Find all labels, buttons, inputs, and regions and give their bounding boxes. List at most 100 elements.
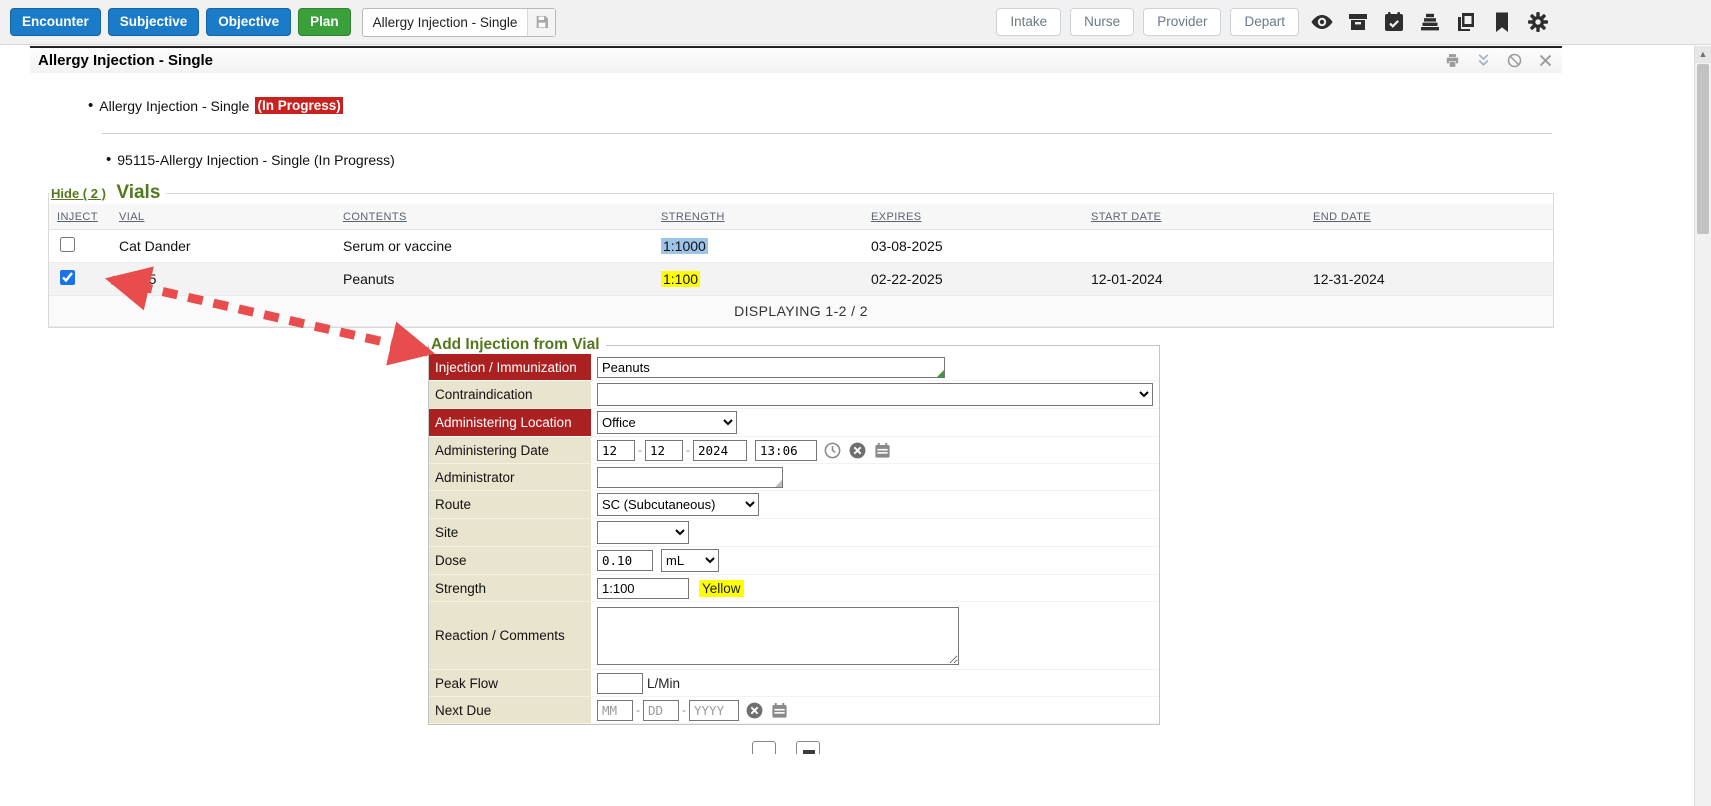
col-strength[interactable]: STRENGTH [653, 204, 863, 230]
form-heading: Add Injection from Vial [429, 336, 606, 354]
form-selector-text: Allergy Injection - Single [363, 15, 528, 30]
peak-flow-unit: L/Min [647, 676, 680, 691]
panel-header: Allergy Injection - Single [30, 48, 1562, 73]
copy-icon[interactable] [1452, 9, 1479, 36]
contraindication-select[interactable] [597, 383, 1153, 406]
note-sub-item: • 95115-Allergy Injection - Single (In P… [106, 151, 1562, 168]
toolbar-right-group: Intake Nurse Provider Depart [996, 8, 1551, 36]
vials-table: INJECT VIAL CONTENTS STRENGTH EXPIRES ST… [49, 204, 1553, 327]
calendar-icon[interactable] [770, 701, 789, 720]
printer-icon[interactable] [1444, 52, 1461, 69]
form-selector[interactable]: Allergy Injection - Single [362, 8, 557, 37]
administrator-input[interactable] [597, 467, 783, 488]
site-select[interactable] [597, 521, 689, 544]
vial-cell: P15-5 [111, 263, 335, 296]
contents-cell: Peanuts [335, 263, 653, 296]
intake-button[interactable]: Intake [996, 8, 1061, 36]
administrator-label: Administrator [429, 464, 591, 491]
field-row-reaction: Reaction / Comments [429, 602, 1159, 670]
bookmark-icon[interactable] [1488, 9, 1515, 36]
field-row-dose: Dose mL [429, 547, 1159, 575]
admin-date-year-input[interactable] [693, 440, 747, 461]
vial-cell: Cat Dander [111, 230, 335, 263]
next-due-label: Next Due [429, 697, 591, 724]
route-label: Route [429, 491, 591, 519]
inject-checkbox[interactable] [60, 237, 75, 252]
bottom-buttons-clipped [752, 741, 1562, 754]
dose-unit-select[interactable]: mL [661, 549, 719, 572]
expires-cell: 02-22-2025 [863, 263, 1083, 296]
peak-flow-input[interactable] [597, 673, 643, 694]
strength-input[interactable] [597, 578, 689, 599]
panel-header-icons [1444, 52, 1554, 69]
bullet-dot: • [106, 151, 111, 168]
injection-input[interactable] [597, 357, 945, 378]
depart-button[interactable]: Depart [1230, 8, 1299, 36]
plan-button[interactable]: Plan [298, 8, 351, 36]
calendar-check-icon[interactable] [1380, 9, 1407, 36]
administering-location-select[interactable]: Office [597, 411, 737, 434]
administering-location-label: Administering Location [429, 409, 591, 437]
objective-button[interactable]: Objective [206, 8, 291, 36]
field-row-route: Route SC (Subcutaneous) [429, 491, 1159, 519]
vertical-scrollbar[interactable]: ▲ [1694, 46, 1711, 806]
col-vial[interactable]: VIAL [111, 204, 335, 230]
vials-section: Hide ( 2 ) Vials INJECT VIAL CONTENTS ST… [48, 182, 1554, 328]
note-sub-item-text[interactable]: 95115-Allergy Injection - Single (In Pro… [117, 152, 395, 168]
field-row-administering-location: Administering Location Office [429, 409, 1159, 437]
add-injection-form: Add Injection from Vial Injection / Immu… [428, 336, 1160, 725]
partial-button[interactable] [752, 741, 776, 754]
paging-status: DISPLAYING 1-2 / 2 [49, 296, 1553, 327]
nurse-button[interactable]: Nurse [1070, 8, 1134, 36]
clear-date-icon[interactable] [848, 441, 867, 460]
admin-date-month-input[interactable] [597, 440, 635, 461]
contraindication-label: Contraindication [429, 381, 591, 409]
col-start-date[interactable]: START DATE [1083, 204, 1305, 230]
table-row: Cat Dander Serum or vaccine 1:1000 03-08… [49, 230, 1553, 263]
hide-vials-link[interactable]: Hide ( 2 ) [51, 186, 106, 201]
inject-checkbox[interactable] [60, 270, 75, 285]
subjective-button[interactable]: Subjective [108, 8, 200, 36]
books-icon[interactable] [1416, 9, 1443, 36]
dose-label: Dose [429, 547, 591, 575]
col-expires[interactable]: EXPIRES [863, 204, 1083, 230]
close-icon[interactable] [1537, 52, 1554, 69]
expires-cell: 03-08-2025 [863, 230, 1083, 263]
note-item-text: Allergy Injection - Single [99, 98, 249, 114]
scrollbar-thumb[interactable] [1697, 64, 1709, 234]
calendar-icon[interactable] [873, 441, 892, 460]
reaction-label: Reaction / Comments [429, 602, 591, 670]
next-due-year-input[interactable] [689, 700, 739, 721]
next-due-month-input[interactable] [597, 700, 633, 721]
collapse-chevrons-icon[interactable] [1475, 52, 1492, 69]
admin-date-day-input[interactable] [645, 440, 683, 461]
scrollbar-up-arrow[interactable]: ▲ [1695, 46, 1711, 63]
field-row-site: Site [429, 519, 1159, 547]
partial-button[interactable] [796, 741, 820, 754]
col-contents[interactable]: CONTENTS [335, 204, 653, 230]
administering-date-label: Administering Date [429, 437, 591, 464]
strength-value: 1:100 [661, 271, 700, 287]
field-row-next-due: Next Due - - [429, 697, 1159, 724]
save-icon[interactable] [527, 9, 555, 36]
date-separator: - [686, 443, 690, 457]
route-select[interactable]: SC (Subcutaneous) [597, 493, 759, 516]
field-row-injection: Injection / Immunization [429, 354, 1159, 381]
admin-time-input[interactable] [755, 440, 817, 461]
disable-icon[interactable] [1506, 52, 1523, 69]
gear-icon[interactable] [1524, 9, 1551, 36]
next-due-day-input[interactable] [643, 700, 679, 721]
dose-input[interactable] [597, 550, 653, 571]
provider-button[interactable]: Provider [1143, 8, 1221, 36]
col-inject[interactable]: INJECT [49, 204, 111, 230]
date-separator: - [682, 703, 686, 717]
reaction-textarea[interactable] [597, 607, 959, 665]
archive-icon[interactable] [1344, 9, 1371, 36]
col-end-date[interactable]: END DATE [1305, 204, 1553, 230]
strength-value: 1:1000 [661, 238, 708, 254]
encounter-button[interactable]: Encounter [10, 8, 101, 36]
clock-icon[interactable] [823, 441, 842, 460]
eye-icon[interactable] [1308, 9, 1335, 36]
clear-date-icon[interactable] [745, 701, 764, 720]
vials-legend: Hide ( 2 ) Vials [49, 182, 166, 204]
